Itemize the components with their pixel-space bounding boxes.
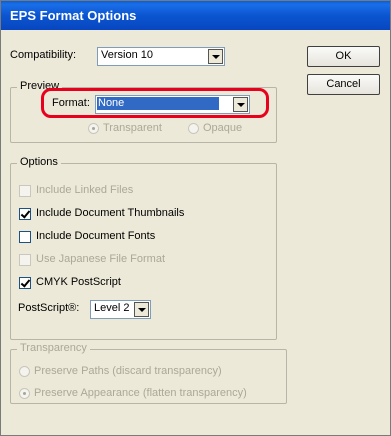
compatibility-dropdown[interactable]: Version 10 [97, 47, 225, 66]
chevron-down-icon[interactable] [233, 97, 248, 112]
compatibility-value: Version 10 [101, 49, 153, 61]
options-group-title: Options [17, 156, 61, 168]
chevron-down-icon[interactable] [134, 302, 149, 317]
opaque-radio[interactable] [188, 123, 199, 134]
transparent-radio[interactable] [88, 123, 99, 134]
preserve-paths-radio[interactable] [19, 366, 30, 377]
postscript-level-value: Level 2 [94, 302, 130, 314]
postscript-level-dropdown[interactable]: Level 2 [90, 300, 151, 319]
use-japanese-file-format-label: Use Japanese File Format [36, 253, 165, 265]
dialog-body: Compatibility: Version 10 OK Cancel Prev… [4, 30, 388, 433]
format-label: Format: [52, 97, 90, 109]
preserve-paths-label: Preserve Paths (discard transparency) [34, 365, 222, 377]
cmyk-postscript-label: CMYK PostScript [36, 276, 121, 288]
cancel-button[interactable]: Cancel [307, 74, 380, 95]
ok-button[interactable]: OK [307, 46, 380, 67]
preserve-appearance-radio[interactable] [19, 388, 30, 399]
transparency-group-title: Transparency [17, 342, 90, 354]
include-linked-files-label: Include Linked Files [36, 184, 134, 196]
postscript-level-label: PostScript®: [18, 302, 80, 314]
include-document-thumbnails-label: Include Document Thumbnails [36, 207, 185, 219]
window-title: EPS Format Options [10, 8, 137, 23]
cmyk-postscript-checkbox[interactable] [19, 277, 31, 289]
transparent-label: Transparent [103, 122, 162, 134]
opaque-label: Opaque [203, 122, 243, 134]
include-document-fonts-label: Include Document Fonts [36, 230, 156, 242]
compatibility-label: Compatibility: [10, 49, 77, 61]
format-value: None [97, 97, 219, 110]
include-document-thumbnails-checkbox[interactable] [19, 208, 31, 220]
chevron-down-icon[interactable] [208, 49, 223, 64]
format-dropdown[interactable]: None [95, 95, 250, 114]
eps-format-options-dialog: EPS Format Options Compatibility: Versio… [0, 0, 391, 436]
use-japanese-file-format-checkbox[interactable] [19, 254, 31, 266]
include-linked-files-checkbox[interactable] [19, 185, 31, 197]
preserve-appearance-label: Preserve Appearance (flatten transparenc… [34, 387, 247, 399]
title-bar[interactable]: EPS Format Options [1, 1, 390, 30]
include-document-fonts-checkbox[interactable] [19, 231, 31, 243]
